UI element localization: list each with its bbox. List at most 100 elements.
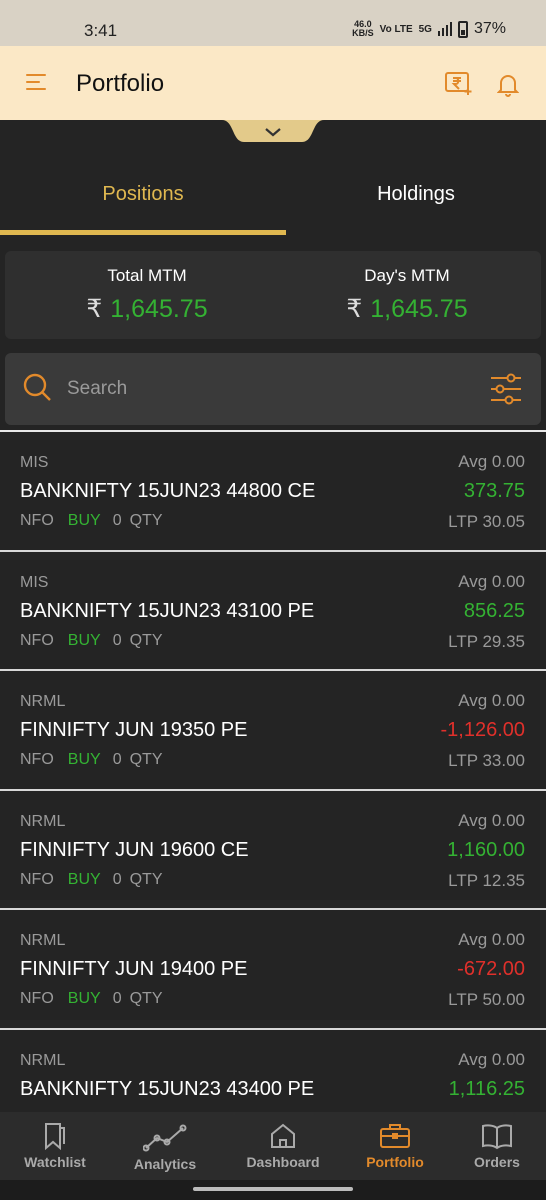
volte-indicator: Vo LTE: [379, 23, 413, 35]
product-type: MIS: [20, 573, 49, 591]
page-title: Portfolio: [76, 70, 165, 97]
quantity-label: QTY: [129, 990, 163, 1007]
pnl-value: 1,116.25: [448, 1077, 525, 1100]
battery-percent: 37%: [473, 20, 506, 37]
active-tab-indicator: [0, 230, 286, 235]
positions-list: MIS BANKNIFTY 15JUN23 44800 CE NFO BUY 0 QT…: [0, 430, 546, 1112]
nav-label: Analytics: [133, 1156, 197, 1172]
position-row[interactable]: NRML BANKNIFTY 15JUN23 43400 PE NFOBUY0Q…: [0, 1029, 546, 1112]
instrument-symbol: BANKNIFTY 15JUN23 44800 CE: [20, 480, 316, 502]
ltp-value: LTP 29.35: [448, 631, 525, 651]
gesture-bar: [0, 1180, 546, 1200]
ltp-value: LTP 33.00: [448, 751, 525, 770]
nav-portfolio[interactable]: Portfolio: [340, 1112, 450, 1180]
product-type: NRML: [20, 1051, 66, 1069]
instrument-symbol: FINNIFTY JUN 19600 CE: [20, 838, 249, 861]
quantity: 0: [112, 870, 122, 888]
position-row[interactable]: NRML FINNIFTY JUN 19400 PE NFO BUY 0 QTY Av…: [0, 910, 546, 1030]
analytics-icon: [143, 1124, 187, 1152]
pnl-value: 856.25: [463, 599, 525, 622]
signal-bars-icon: [437, 22, 452, 36]
hamburger-icon[interactable]: [26, 74, 48, 92]
book-icon: [482, 1124, 512, 1150]
avg-price: Avg 0.00: [458, 1049, 525, 1069]
rupee-add-icon[interactable]: [444, 71, 474, 97]
position-row[interactable]: NRML FINNIFTY JUN 19600 CE NFO BUY 0 QTY Av…: [0, 790, 546, 910]
nav-label: Orders: [474, 1154, 520, 1170]
filter-icon[interactable]: [489, 373, 523, 405]
briefcase-icon: [380, 1124, 410, 1148]
instrument-symbol: FINNIFTY JUN 19400 PE: [20, 958, 248, 980]
status-time: 3:41: [84, 21, 118, 40]
position-meta: NFO BUY 0 QTY: [20, 871, 162, 889]
exchange: NFO: [20, 990, 54, 1007]
bottom-navigation: Watchlist Analytics Dashboard Portfolio …: [0, 1112, 546, 1180]
search-bar: [5, 353, 541, 425]
product-type: MIS: [20, 454, 49, 471]
quantity: 0: [112, 512, 122, 529]
position-meta: NFO BUY 0 QTY: [20, 751, 162, 769]
signal-indicator: 5G: [418, 23, 432, 35]
pnl-value: -1,126.00: [440, 719, 525, 741]
rupee-icon: ₹: [86, 295, 103, 323]
rupee-icon: ₹: [346, 295, 363, 323]
gesture-handle[interactable]: [193, 1187, 353, 1191]
exchange: NFO: [20, 870, 54, 888]
pnl-value: 373.75: [463, 480, 525, 502]
avg-price: Avg 0.00: [458, 930, 525, 949]
exchange: NFO: [20, 751, 54, 768]
product-type: NRML: [20, 693, 66, 710]
quantity: 0: [112, 751, 122, 768]
quantity-label: QTY: [129, 631, 163, 649]
nav-label: Dashboard: [246, 1154, 320, 1170]
days-mtm: Day's MTM ₹1,645.75: [273, 266, 541, 324]
nav-analytics[interactable]: Analytics: [110, 1112, 220, 1180]
instrument-symbol: BANKNIFTY 15JUN23 43400 PE: [20, 1077, 315, 1100]
position-meta: NFO BUY 0 QTY: [20, 512, 162, 530]
nav-label: Watchlist: [24, 1154, 86, 1170]
side: BUY: [67, 751, 101, 768]
days-mtm-label: Day's MTM: [364, 266, 450, 285]
total-mtm: Total MTM ₹1,645.75: [13, 266, 281, 324]
total-mtm-label: Total MTM: [107, 266, 187, 285]
portfolio-tabs: Positions Holdings: [0, 158, 546, 236]
pnl-value: 1,160.00: [447, 838, 525, 861]
quantity: 0: [112, 990, 122, 1007]
product-type: NRML: [20, 812, 66, 830]
nav-dashboard[interactable]: Dashboard: [228, 1112, 338, 1180]
pnl-value: -672.00: [457, 958, 525, 980]
tab-positions[interactable]: Positions: [0, 158, 286, 236]
side: BUY: [67, 512, 101, 529]
nav-watchlist[interactable]: Watchlist: [0, 1112, 110, 1180]
nav-label: Portfolio: [366, 1154, 424, 1170]
bell-icon[interactable]: [497, 73, 519, 97]
position-row[interactable]: MIS BANKNIFTY 15JUN23 43100 PE NFO BUY 0 QT…: [0, 551, 546, 671]
position-row[interactable]: MIS BANKNIFTY 15JUN23 44800 CE NFO BUY 0 QT…: [0, 432, 546, 552]
quantity: 0: [112, 631, 122, 649]
status-bar: 3:41 46.0 KB/S Vo LTE 5G 37%: [0, 0, 546, 46]
product-type: NRML: [20, 932, 66, 949]
instrument-symbol: BANKNIFTY 15JUN23 43100 PE: [20, 599, 315, 622]
app-bar: Portfolio: [0, 46, 546, 120]
nav-orders[interactable]: Orders: [442, 1112, 546, 1180]
avg-price: Avg 0.00: [458, 571, 525, 591]
position-row[interactable]: NRML FINNIFTY JUN 19350 PE NFO BUY 0 QTY Av…: [0, 671, 546, 791]
home-icon: [271, 1123, 295, 1148]
collapse-handle[interactable]: [222, 120, 324, 144]
total-mtm-value: 1,645.75: [110, 295, 208, 323]
search-input[interactable]: [67, 371, 467, 407]
exchange: NFO: [20, 631, 54, 649]
avg-price: Avg 0.00: [458, 452, 525, 471]
ltp-value: LTP 30.05: [448, 512, 525, 531]
side: BUY: [67, 631, 101, 649]
network-speed: 46.0 KB/S: [352, 19, 374, 38]
tab-holdings[interactable]: Holdings: [286, 158, 546, 236]
instrument-symbol: FINNIFTY JUN 19350 PE: [20, 719, 248, 741]
mtm-summary-card: Total MTM ₹1,645.75 Day's MTM ₹1,645.75: [5, 251, 541, 339]
position-meta: NFO BUY 0 QTY: [20, 990, 162, 1008]
quantity-label: QTY: [129, 751, 163, 768]
ltp-value: LTP 50.00: [448, 990, 525, 1009]
side: BUY: [67, 870, 101, 888]
quantity-label: QTY: [129, 512, 163, 529]
exchange: NFO: [20, 512, 54, 529]
